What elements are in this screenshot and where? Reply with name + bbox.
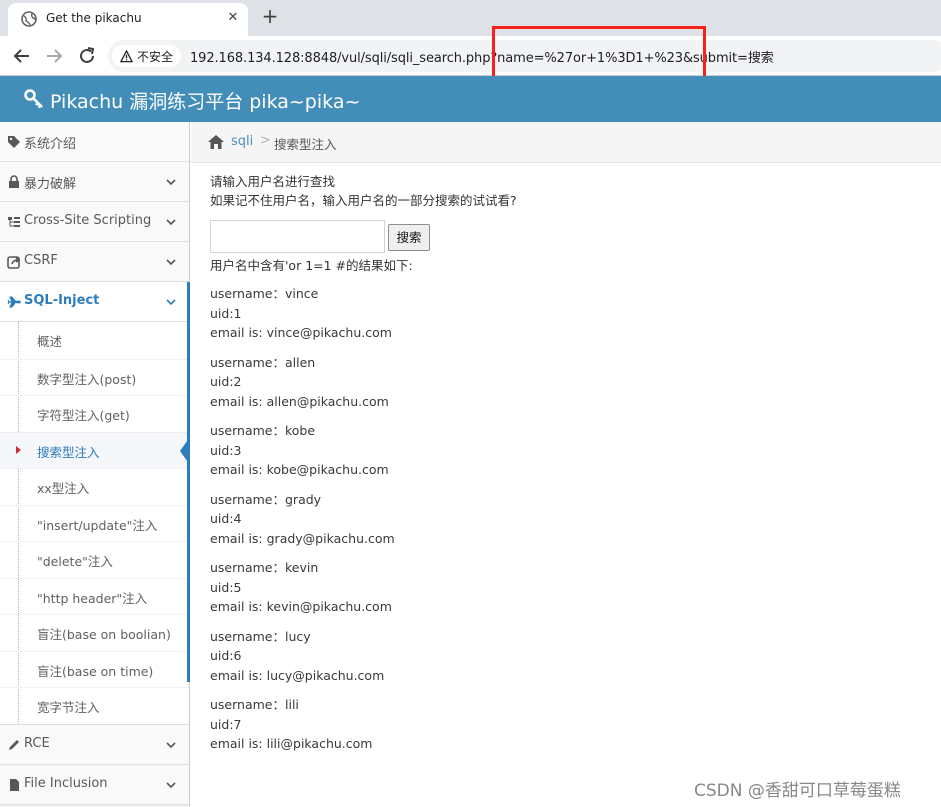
result-item: username：kevin uid:5 email is: kevin@pik… bbox=[210, 558, 395, 627]
result-header: 用户名中含有'or 1=1 #的结果如下: bbox=[210, 258, 413, 273]
search-instructions: 请输入用户名进行查找 如果记不住用户名，输入用户名的一部分搜索的试试看? bbox=[210, 172, 910, 210]
result-email: email is: vince@pikachu.com bbox=[210, 325, 392, 340]
chevron-down-icon bbox=[166, 259, 176, 266]
security-label: 不安全 bbox=[137, 49, 174, 64]
result-uid: uid:7 bbox=[210, 716, 242, 732]
share-icon bbox=[7, 256, 21, 269]
result-uid: uid:6 bbox=[210, 648, 242, 663]
result-uid: uid:4 bbox=[210, 511, 242, 526]
key-icon bbox=[24, 89, 43, 109]
result-username: username：kobe bbox=[210, 423, 316, 438]
browser-toolbar: 不安全 192.168.134.128:8848/vul/sqli/sqli_s… bbox=[0, 36, 941, 76]
lock-icon bbox=[9, 175, 19, 188]
search-button[interactable]: 搜索 bbox=[388, 224, 430, 251]
result-item: username：lucy uid:6 email is: lucy@pikac… bbox=[210, 627, 395, 696]
submenu-item-blind-boolean[interactable]: 盲注(base on boolian) bbox=[0, 614, 189, 651]
chevron-down-icon bbox=[166, 299, 176, 306]
chevron-down-icon bbox=[166, 179, 176, 186]
chevron-down-icon bbox=[166, 219, 176, 226]
intro-line-1: 请输入用户名进行查找 bbox=[210, 174, 336, 189]
result-item: username：vince uid:1 email is: vince@pik… bbox=[210, 284, 395, 353]
site-header: Pikachu 漏洞练习平台 pika~pika~ bbox=[0, 76, 941, 122]
submenu-item-delete[interactable]: "delete"注入 bbox=[0, 541, 189, 578]
forward-icon[interactable] bbox=[42, 44, 66, 68]
sidebar-item-intro[interactable]: 系统介绍 bbox=[0, 122, 189, 162]
result-item: username：grady uid:4 email is: grady@pik… bbox=[210, 490, 395, 559]
security-chip[interactable]: 不安全 bbox=[112, 45, 182, 67]
sidebar-item-xss[interactable]: Cross-Site Scripting bbox=[0, 202, 189, 242]
caret-right-icon bbox=[16, 445, 21, 454]
submenu-item-insert-update[interactable]: "insert/update"注入 bbox=[0, 504, 189, 542]
annotation-highlight-box bbox=[492, 26, 706, 82]
browser-tab-bar: Get the pikachu ✕ + bbox=[0, 0, 941, 36]
result-username: username：vince bbox=[210, 286, 319, 301]
back-icon[interactable] bbox=[10, 44, 34, 68]
sql-inject-submenu: 概述 数字型注入(post) 字符型注入(get) 搜索型注入 xx型注入 "i… bbox=[0, 322, 190, 725]
result-username: username：allen bbox=[210, 354, 316, 370]
chevron-down-icon bbox=[166, 741, 176, 748]
tab-close-icon[interactable]: ✕ bbox=[224, 9, 242, 27]
result-email: email is: lucy@pikachu.com bbox=[210, 667, 385, 683]
breadcrumb: sqli > 搜索型注入 bbox=[191, 122, 941, 163]
new-tab-button[interactable]: + bbox=[259, 6, 281, 28]
warning-icon bbox=[120, 49, 133, 62]
result-email: email is: kobe@pikachu.com bbox=[210, 462, 389, 477]
search-input[interactable] bbox=[210, 220, 385, 253]
home-icon[interactable] bbox=[207, 134, 225, 150]
result-uid: uid:2 bbox=[210, 374, 242, 389]
results-list: username：vince uid:1 email is: vince@pik… bbox=[210, 284, 395, 764]
reload-icon[interactable] bbox=[75, 44, 99, 68]
result-username: username：lili bbox=[210, 697, 299, 712]
sidebar-item-sql-inject[interactable]: SQL-Inject bbox=[0, 282, 189, 322]
browser-tab[interactable]: Get the pikachu ✕ bbox=[8, 3, 248, 36]
sitemap-icon bbox=[8, 217, 20, 227]
sidebar-item-csrf[interactable]: CSRF bbox=[0, 242, 189, 282]
submenu-item-string-get[interactable]: 字符型注入(get) bbox=[0, 395, 189, 432]
submenu-active-bar bbox=[187, 282, 190, 682]
result-email: email is: allen@pikachu.com bbox=[210, 393, 389, 409]
breadcrumb-current: 搜索型注入 bbox=[274, 137, 337, 152]
result-item: username：kobe uid:3 email is: kobe@pikac… bbox=[210, 421, 395, 490]
sidebar-item-file-inclusion[interactable]: File Inclusion bbox=[0, 764, 189, 805]
breadcrumb-link-sqli[interactable]: sqli bbox=[231, 134, 253, 149]
sidebar-item-bruteforce[interactable]: 暴力破解 bbox=[0, 162, 189, 202]
sidebar: 系统介绍 暴力破解 Cross-Site Scripting CSRF SQL-… bbox=[0, 122, 190, 807]
sidebar-item-rce[interactable]: RCE bbox=[0, 724, 189, 765]
submenu-item-wide-byte[interactable]: 宽字节注入 bbox=[0, 687, 189, 724]
result-uid: uid:5 bbox=[210, 579, 242, 595]
breadcrumb-separator: > bbox=[260, 133, 271, 148]
submenu-item-blind-time[interactable]: 盲注(base on time) bbox=[0, 650, 189, 688]
result-item: username：lili uid:7 email is: lili@pikac… bbox=[210, 695, 395, 764]
site-title: Pikachu 漏洞练习平台 pika~pika~ bbox=[50, 91, 361, 113]
file-icon bbox=[10, 778, 19, 791]
submenu-item-overview[interactable]: 概述 bbox=[0, 322, 189, 359]
result-username: username：grady bbox=[210, 491, 322, 507]
result-email: email is: lili@pikachu.com bbox=[210, 736, 373, 751]
tags-icon bbox=[8, 136, 20, 148]
result-uid: uid:3 bbox=[210, 442, 242, 458]
submenu-item-xx[interactable]: xx型注入 bbox=[0, 468, 189, 505]
submenu-item-numeric-post[interactable]: 数字型注入(post) bbox=[0, 358, 189, 396]
globe-icon bbox=[21, 11, 37, 27]
intro-line-2: 如果记不住用户名，输入用户名的一部分搜索的试试看? bbox=[210, 193, 517, 208]
result-email: email is: grady@pikachu.com bbox=[210, 530, 395, 546]
result-item: username：allen uid:2 email is: allen@pik… bbox=[210, 353, 395, 422]
submenu-item-http-header[interactable]: "http header"注入 bbox=[0, 577, 189, 615]
csdn-watermark: CSDN @香甜可口草莓蛋糕 bbox=[694, 781, 901, 801]
result-username: username：lucy bbox=[210, 628, 311, 644]
plane-icon bbox=[7, 296, 21, 308]
submenu-item-search[interactable]: 搜索型注入 bbox=[0, 431, 190, 468]
pencil-icon bbox=[9, 739, 19, 750]
chevron-down-icon bbox=[166, 781, 176, 788]
tab-title: Get the pikachu bbox=[46, 11, 142, 25]
result-uid: uid:1 bbox=[210, 305, 242, 321]
result-username: username：kevin bbox=[210, 560, 319, 575]
result-email: email is: kevin@pikachu.com bbox=[210, 599, 392, 614]
